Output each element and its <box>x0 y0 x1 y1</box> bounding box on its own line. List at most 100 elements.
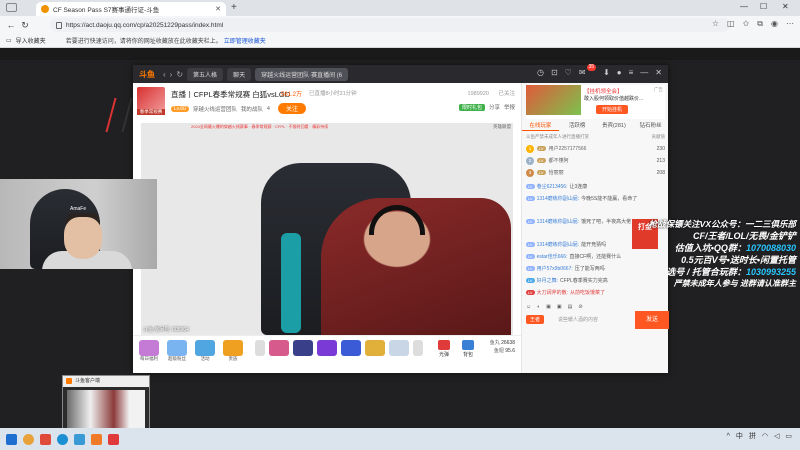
minimize-icon[interactable]: — <box>740 2 748 11</box>
forward-icon[interactable]: › <box>170 70 173 79</box>
tab-online-players[interactable]: 在线玩家 <box>522 121 559 131</box>
gift-icon[interactable]: ▣ <box>546 304 551 310</box>
url-bar[interactable]: https://act.daoju.qq.com/cp/a20251229pas… <box>50 18 730 32</box>
tray-expand-icon[interactable]: ^ <box>727 433 730 440</box>
light-bomb-button[interactable]: 光弹 <box>433 340 455 358</box>
chat-user[interactable]: 巷尘6213456: <box>537 183 568 190</box>
back-icon[interactable]: ‹ <box>163 70 166 79</box>
scroll-left-icon[interactable] <box>255 340 265 356</box>
douyu-tab-2[interactable]: 聊天 <box>227 67 252 81</box>
chat-user[interactable]: 好月之舞: <box>537 277 558 284</box>
share-button[interactable]: 分享 <box>489 103 500 111</box>
tab-actions-icon[interactable] <box>6 3 17 12</box>
room-meta: Lv.60 穿越火线运营团队 我的战队 4 关注 <box>171 103 306 114</box>
chat-user[interactable]: 1314磨练你副山屁: <box>537 195 580 202</box>
battery-icon[interactable]: ▭ <box>785 432 792 440</box>
tab-diamond-fans[interactable]: 钻石粉丝 <box>632 121 669 131</box>
download-icon[interactable]: ⬇ <box>603 68 610 77</box>
tab-active-rank[interactable]: 活跃榜 <box>559 121 596 131</box>
more-icon[interactable]: ⋯ <box>786 19 794 29</box>
douyu-tab-3[interactable]: 穿越火线运营团队·赛直播间 (6 <box>255 67 349 81</box>
douyu-icon[interactable] <box>91 433 102 445</box>
tab-vip[interactable]: 贵宾(281) <box>596 121 633 131</box>
gift-item[interactable] <box>293 340 313 356</box>
send-button[interactable]: 发送 <box>635 311 669 329</box>
folder-icon[interactable]: ▭ <box>6 37 12 44</box>
message-icon[interactable]: ✉ <box>579 68 586 77</box>
close-window-icon[interactable]: ✕ <box>782 2 789 11</box>
backpack-button[interactable]: 背包 <box>457 340 479 358</box>
follow-button[interactable]: 关注 <box>277 103 306 114</box>
star-icon[interactable]: ☆ <box>712 19 719 29</box>
chat-input[interactable]: 说些暖人酒的内容 <box>558 314 632 326</box>
heart-icon[interactable]: ♡ <box>565 68 572 77</box>
gift-item[interactable] <box>195 340 215 356</box>
scroll-right-icon[interactable] <box>413 340 423 356</box>
gift-item[interactable] <box>341 340 361 356</box>
gift-item[interactable] <box>167 340 187 356</box>
manage-favorites-link[interactable]: 立即管理收藏夹 <box>224 36 266 45</box>
close-icon[interactable]: ✕ <box>655 68 662 77</box>
report-button[interactable]: 举报 <box>504 103 515 111</box>
history-icon[interactable]: ◷ <box>537 68 544 77</box>
gift-item[interactable] <box>269 340 289 356</box>
rank-value: 208 <box>656 169 665 176</box>
taskbar-preview[interactable]: 斗鱼客户端 <box>62 375 150 430</box>
cart-icon[interactable]: ⊡ <box>551 68 558 77</box>
chat-user[interactable]: 用户57x9b0667: <box>537 265 573 272</box>
chat-user[interactable]: 1314磨练你副山屁: <box>537 218 580 225</box>
split-icon[interactable]: ◫ <box>727 19 735 29</box>
pinyin-indicator[interactable]: 拼 <box>749 431 756 441</box>
import-favorites-link[interactable]: 导入收藏夹 <box>16 36 46 45</box>
user-avatar-icon[interactable]: ● <box>617 68 622 77</box>
color-icon[interactable]: ◐ <box>537 304 540 310</box>
browser-tab[interactable]: CF Season Pass S7赛事通行证-斗鱼 ✕ <box>36 2 226 16</box>
chat-ad-banner[interactable]: 【挂机领全会】 敢入股何领取价值越跌价... 开始挂机 广告 <box>526 85 665 119</box>
refresh-icon[interactable]: ↻ <box>176 70 183 79</box>
favorites-icon[interactable]: ✩ <box>743 19 750 29</box>
gift-item[interactable] <box>389 340 409 356</box>
block-icon[interactable]: ⊘ <box>578 304 582 310</box>
ime-indicator[interactable]: 中 <box>736 431 743 441</box>
noble-badge[interactable]: 王者 <box>526 315 545 324</box>
new-tab-button[interactable]: + <box>231 2 237 14</box>
start-icon[interactable] <box>6 433 17 445</box>
close-tab-icon[interactable]: ✕ <box>215 5 221 13</box>
app-icon[interactable] <box>74 433 85 445</box>
chat-user[interactable]: estar佳乐666: <box>537 253 568 260</box>
profile-icon[interactable]: ◉ <box>771 19 778 29</box>
promo-qq-number: 1070088030 <box>745 243 796 253</box>
volume-icon[interactable]: ◁ <box>774 432 779 440</box>
emoji-icon[interactable]: ☺ <box>526 304 531 310</box>
douyu-tab-1[interactable]: 第五人格 <box>187 67 224 81</box>
app-icon[interactable] <box>108 433 119 445</box>
team-label[interactable]: 我的战队 <box>241 105 263 113</box>
channel-name[interactable]: 穿越火线运营团队 <box>193 105 237 113</box>
rank-row[interactable]: 3 LV 恰丽丽 208 <box>526 167 665 178</box>
gift-item[interactable] <box>223 340 243 356</box>
rank-row[interactable]: 2 LV 都不懂阿 213 <box>526 155 665 166</box>
gift-pack-button[interactable]: 限时礼包 <box>458 103 485 111</box>
gift-item[interactable] <box>139 340 159 356</box>
minimize-icon[interactable]: — <box>640 68 648 77</box>
edge-icon[interactable] <box>57 433 68 445</box>
app-icon[interactable] <box>40 433 51 445</box>
gift-item[interactable] <box>365 340 385 356</box>
back-icon[interactable]: ← <box>4 20 18 30</box>
rank-row[interactable]: 1 LV 用户2257177566 230 <box>526 143 665 154</box>
search-icon[interactable] <box>23 433 34 445</box>
ad-button[interactable]: 开始挂机 <box>596 105 629 114</box>
maximize-icon[interactable]: ☐ <box>760 2 767 11</box>
wifi-icon[interactable]: ◠ <box>762 432 768 440</box>
fans-label: 已关注 <box>498 91 515 97</box>
refresh-icon[interactable]: ↻ <box>18 20 32 31</box>
video-player[interactable]: 2024全网最火爆的穿越火线赛事 · 春季常规赛 · CFPL · 不限时回看 … <box>141 123 513 335</box>
chat-user[interactable]: 1314磨练你副山屁: <box>537 241 580 248</box>
collections-icon[interactable]: ⧉ <box>757 19 763 29</box>
chat-user[interactable]: 大刀阔斧的散: <box>537 289 568 296</box>
room-actions: 限时礼包 分享 举报 <box>458 103 515 111</box>
gift-item[interactable] <box>317 340 337 356</box>
pin-icon[interactable]: ▣ <box>557 304 562 310</box>
menu-icon[interactable]: ≡ <box>629 68 634 77</box>
card-icon[interactable]: ▤ <box>568 304 573 310</box>
